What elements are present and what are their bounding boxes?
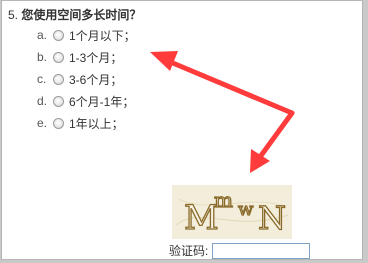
question-number: 5. [8, 8, 19, 22]
arrow-to-options [165, 58, 295, 116]
option-label[interactable]: 6个月-1年； [69, 93, 134, 110]
captcha-char: w [238, 199, 254, 220]
option-letter: c. [37, 72, 47, 86]
captcha-image[interactable]: M m w N [172, 185, 292, 239]
arrow-head-captcha [250, 149, 270, 173]
arrow-head-options [150, 51, 178, 71]
radio-button[interactable] [53, 29, 64, 41]
option-letter: d. [37, 94, 48, 108]
captcha-char: m [214, 188, 233, 212]
question-text: 您使用空间多长时间？ [21, 8, 142, 22]
radio-button[interactable] [53, 51, 64, 63]
option-label[interactable]: 1-3个月； [69, 49, 122, 66]
option-c[interactable]: c. 3-6个月； [37, 68, 136, 90]
option-label[interactable]: 3-6个月； [69, 71, 122, 88]
captcha-row: 验证码: [169, 242, 311, 259]
captcha-input[interactable] [212, 242, 311, 259]
option-d[interactable]: d. 6个月-1年； [37, 90, 136, 112]
question-title: 5. 您使用空间多长时间？ [8, 6, 141, 23]
option-label[interactable]: 1个月以下； [69, 27, 136, 44]
captcha-label: 验证码: [169, 244, 209, 258]
survey-panel: 5. 您使用空间多长时间？ a. 1个月以下； b. 1-3个月； c. 3-6… [1, 0, 363, 260]
arrow-to-captcha [257, 110, 295, 160]
radio-button[interactable] [53, 117, 64, 129]
option-a[interactable]: a. 1个月以下； [37, 24, 136, 46]
option-letter: b. [37, 50, 48, 64]
captcha-char: N [258, 199, 286, 237]
option-letter: a. [37, 28, 48, 42]
radio-button[interactable] [53, 95, 64, 107]
radio-button[interactable] [53, 73, 64, 85]
option-letter: e. [37, 116, 48, 130]
option-list: a. 1个月以下； b. 1-3个月； c. 3-6个月； d. 6个月-1年；… [37, 24, 136, 134]
option-b[interactable]: b. 1-3个月； [37, 46, 136, 68]
option-label[interactable]: 1年以上； [69, 115, 124, 132]
option-e[interactable]: e. 1年以上； [37, 112, 136, 134]
